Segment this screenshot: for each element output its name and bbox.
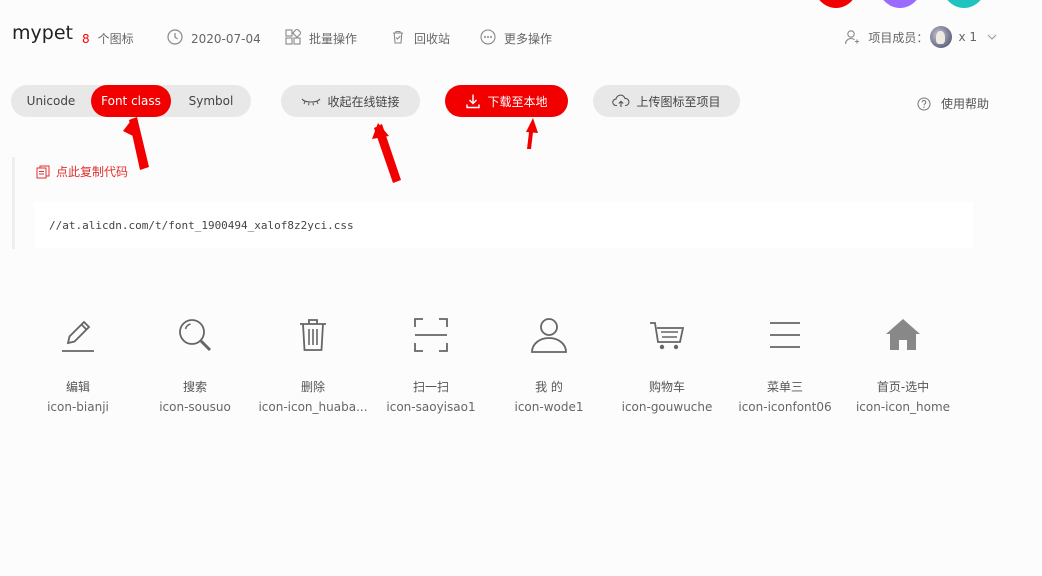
icon-count-label: 个图标 [97,32,134,46]
batch-operation-button[interactable]: 批量操作 [285,27,358,48]
icon-card[interactable]: 扫一扫 icon-saoyisao1 [373,305,489,414]
more-operations-button[interactable]: 更多操作 [480,29,552,48]
download-icon [465,93,481,109]
avatar[interactable] [930,26,953,48]
copy-code-button[interactable]: 点此复制代码 [36,163,128,180]
icon-code: icon-wode1 [514,400,584,414]
icon-grid: 编辑 icon-bianji 搜索 icon-sousuo 删除 icon-ic… [20,305,1020,425]
format-segmented-control: Unicode Font class Symbol [11,85,251,117]
members-count: x 1 [958,30,977,44]
members-label: 项目成员： [868,30,929,45]
icon-code: icon-icon_home [855,400,951,414]
user-icon [491,305,607,365]
icon-code: icon-saoyisao1 [386,400,476,414]
css-url[interactable]: //at.alicdn.com/t/font_1900494_xalof8z2y… [49,219,354,232]
cloud-upload-icon [612,94,630,108]
tab-symbol[interactable]: Symbol [171,85,251,117]
clock-icon [167,29,183,48]
chevron-down-icon[interactable] [987,32,997,43]
project-date-text: 2020-07-04 [191,31,261,46]
question-circle-icon [917,97,931,111]
top-circle-teal[interactable] [941,0,987,8]
icon-card[interactable]: 购物车 icon-gouwuche [609,305,725,414]
upload-to-project-label: 上传图标至项目 [636,94,721,109]
page: mypet 8 个图标 2020-07-04 批量操作 回收站 更多操作 项目成… [0,0,1042,576]
tab-unicode[interactable]: Unicode [11,85,91,117]
recycle-bin-button[interactable]: 回收站 [390,29,450,48]
tab-font-class[interactable]: Font class [91,85,171,117]
closed-eye-icon [301,96,321,106]
icon-code: icon-bianji [47,400,109,414]
scan-icon [373,305,489,365]
icon-name: 扫一扫 [412,380,449,394]
icon-code: icon-gouwuche [621,400,713,414]
batch-operation-label: 批量操作 [309,32,358,46]
copy-icon [36,165,50,179]
icon-name: 我 的 [535,380,563,394]
collapse-online-link-label: 收起在线链接 [327,94,400,109]
download-local-button[interactable]: 下载至本地 [445,85,568,117]
upload-to-project-button[interactable]: 上传图标至项目 [593,85,740,117]
more-dots-icon [480,29,496,48]
trash-can-icon [390,29,406,48]
search-icon [137,305,253,365]
project-title: mypet [12,22,73,44]
icon-name: 购物车 [648,380,685,394]
annotation-arrow [526,118,538,149]
icon-code: icon-icon_huaba... [258,400,368,414]
home-icon [845,305,961,365]
project-members[interactable]: 项目成员： x 1 [844,26,997,48]
icon-name: 编辑 [65,380,90,394]
user-icon [844,29,860,45]
icon-card[interactable]: 首页-选中 icon-icon_home [845,305,961,414]
icon-name: 搜索 [182,380,207,394]
icon-card[interactable]: 搜索 icon-sousuo [137,305,253,414]
icon-name: 删除 [300,380,325,394]
pencil-icon [20,305,136,365]
icon-count-number: 8 [82,32,90,46]
icon-name: 首页-选中 [876,380,930,394]
code-panel: 点此复制代码 //at.alicdn.com/t/font_1900494_xa… [12,157,973,249]
trash-icon [255,305,371,365]
help-link[interactable]: 使用帮助 [917,95,989,112]
icon-card[interactable]: 我 的 icon-wode1 [491,305,607,414]
download-local-label: 下载至本地 [487,94,548,109]
project-header: mypet 8 个图标 2020-07-04 批量操作 回收站 更多操作 项目成… [12,22,1032,52]
collapse-online-link-button[interactable]: 收起在线链接 [281,85,420,117]
more-operations-label: 更多操作 [504,32,553,46]
cart-icon [609,305,725,365]
icon-code: icon-sousuo [159,400,231,414]
batch-grid-icon [285,27,303,48]
icon-name: 菜单三 [766,380,803,394]
icon-count: 8 个图标 [82,30,134,47]
top-circle-red[interactable] [813,0,859,8]
icon-code: icon-iconfont06 [738,400,832,414]
icon-card[interactable]: 菜单三 icon-iconfont06 [727,305,843,414]
help-label: 使用帮助 [941,97,990,111]
menu-icon [727,305,843,365]
icon-card[interactable]: 删除 icon-icon_huaba... [255,305,371,414]
icon-card[interactable]: 编辑 icon-bianji [20,305,136,414]
recycle-bin-label: 回收站 [414,32,451,46]
top-circle-purple[interactable] [877,0,923,8]
code-box[interactable]: //at.alicdn.com/t/font_1900494_xalof8z2y… [34,202,973,248]
copy-code-label: 点此复制代码 [56,165,129,179]
project-date: 2020-07-04 [167,29,261,48]
